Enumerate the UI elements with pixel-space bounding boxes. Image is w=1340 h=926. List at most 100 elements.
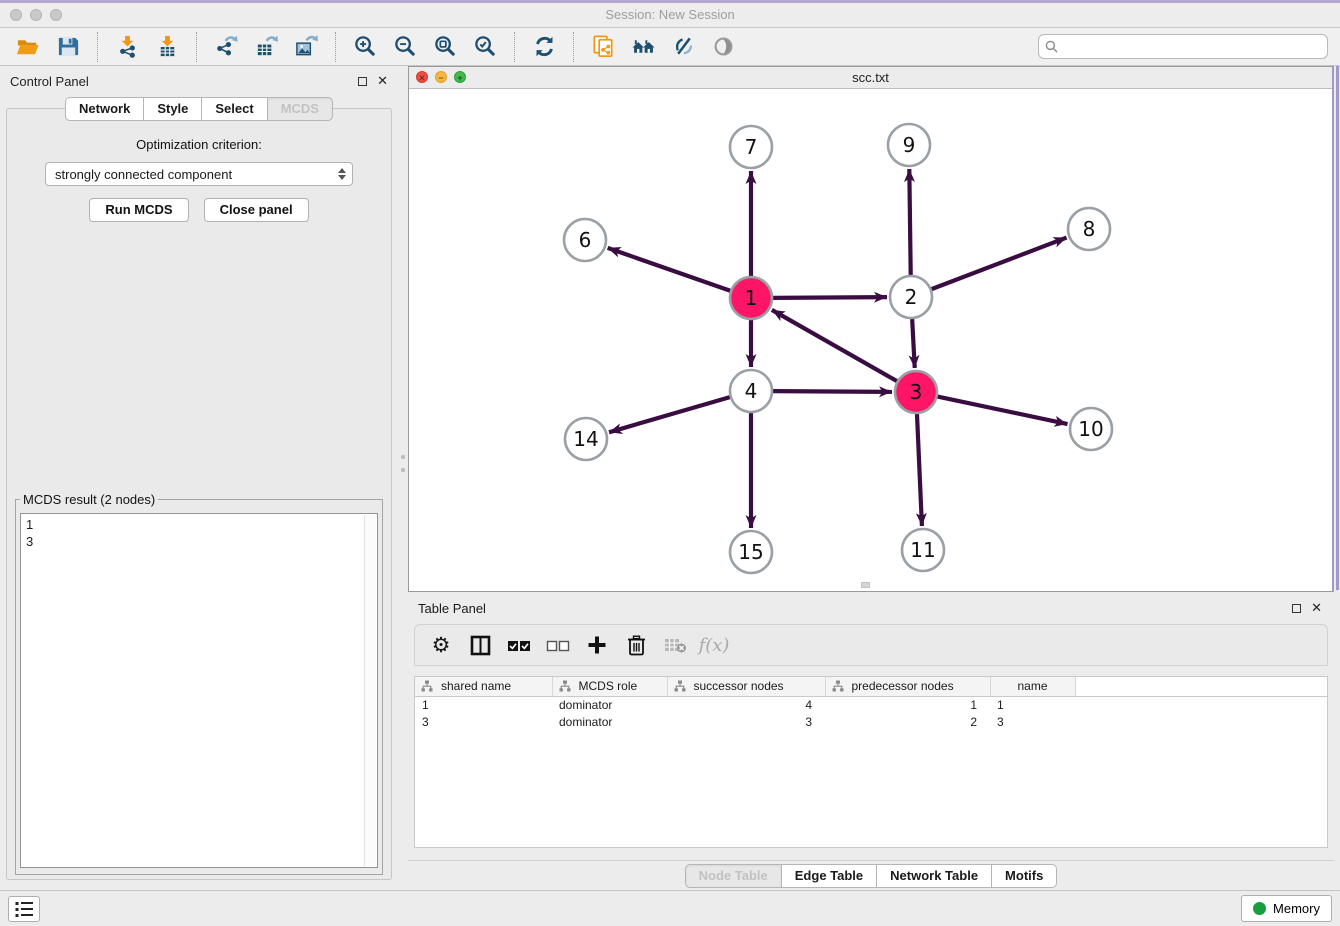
tab-select[interactable]: Select bbox=[202, 97, 267, 121]
zoom-out-button[interactable] bbox=[385, 31, 425, 63]
tab-network-table[interactable]: Network Table bbox=[877, 864, 992, 888]
sort-hierarchy-icon bbox=[421, 680, 433, 692]
import-table-button[interactable] bbox=[147, 31, 187, 63]
toolbar-separator bbox=[335, 32, 336, 62]
toolbar-separator bbox=[514, 32, 515, 62]
delete-column-button[interactable] bbox=[620, 629, 652, 661]
export-network-button[interactable] bbox=[206, 31, 246, 63]
tab-motifs[interactable]: Motifs bbox=[992, 864, 1057, 888]
trash-icon bbox=[627, 635, 646, 656]
search-input[interactable] bbox=[1063, 39, 1321, 54]
column-header-name[interactable]: name bbox=[990, 677, 1075, 696]
table-panel-title: Table Panel bbox=[418, 601, 486, 616]
graph-edge-1-2[interactable] bbox=[773, 297, 887, 298]
column-header-successor-nodes[interactable]: successor nodes bbox=[667, 677, 825, 696]
table-row[interactable]: 3dominator323 bbox=[415, 713, 1327, 730]
toolbar-separator bbox=[573, 32, 574, 62]
cell-predecessor-nodes[interactable]: 1 bbox=[825, 696, 990, 713]
app-title: Session: New Session bbox=[0, 7, 1340, 22]
splitter-handle[interactable] bbox=[401, 468, 405, 472]
homes-icon bbox=[631, 34, 656, 59]
select-stepper-icon bbox=[338, 168, 346, 180]
mcds-result-box[interactable]: 1 3 bbox=[20, 513, 378, 868]
graph-edge-2-8[interactable] bbox=[932, 238, 1067, 290]
column-header-predecessor-nodes[interactable]: predecessor nodes bbox=[825, 677, 990, 696]
birds-eye-view-button[interactable] bbox=[703, 31, 743, 63]
open-session-button[interactable] bbox=[8, 31, 48, 63]
tab-style[interactable]: Style bbox=[144, 97, 202, 121]
network-canvas[interactable]: 1234678910111415 bbox=[409, 89, 1332, 590]
plus-icon bbox=[587, 635, 607, 655]
zoom-selected-button[interactable] bbox=[465, 31, 505, 63]
add-column-button[interactable] bbox=[581, 629, 613, 661]
column-header-mcds-role[interactable]: MCDS role bbox=[552, 677, 667, 696]
close-table-panel-icon[interactable]: ✕ bbox=[1311, 603, 1322, 613]
hide-visual-properties-icon bbox=[671, 34, 696, 59]
export-image-button[interactable] bbox=[286, 31, 326, 63]
close-panel-button[interactable]: Close panel bbox=[204, 198, 309, 222]
zoom-fit-button[interactable] bbox=[425, 31, 465, 63]
close-panel-icon[interactable]: ✕ bbox=[377, 76, 388, 86]
cell-successor-nodes[interactable]: 4 bbox=[667, 696, 825, 713]
refresh-icon bbox=[532, 34, 557, 59]
deselect-all-button[interactable] bbox=[542, 629, 574, 661]
memory-button[interactable]: Memory bbox=[1241, 895, 1332, 922]
tab-network[interactable]: Network bbox=[65, 97, 144, 121]
result-scrollbar[interactable] bbox=[364, 515, 376, 866]
cell-successor-nodes[interactable]: 3 bbox=[667, 713, 825, 730]
network-window-titlebar[interactable]: ✕ − + scc.txt bbox=[409, 67, 1332, 89]
run-mcds-button[interactable]: Run MCDS bbox=[89, 198, 188, 222]
graph-node-label: 4 bbox=[745, 379, 758, 403]
search-box[interactable] bbox=[1038, 34, 1328, 59]
graph-node-label: 7 bbox=[745, 135, 758, 159]
cell-mcds-role[interactable]: dominator bbox=[552, 713, 667, 730]
select-all-button[interactable] bbox=[503, 629, 535, 661]
graph-node-label: 9 bbox=[903, 133, 916, 157]
canvas-resize-grip[interactable] bbox=[861, 582, 870, 588]
cell-shared-name[interactable]: 3 bbox=[415, 713, 552, 730]
cell-name[interactable]: 1 bbox=[990, 696, 1075, 713]
graph-edge-4-14[interactable] bbox=[609, 397, 730, 432]
export-table-button[interactable] bbox=[246, 31, 286, 63]
graph-edge-3-1[interactable] bbox=[772, 310, 897, 381]
float-table-panel-icon[interactable] bbox=[1292, 604, 1301, 613]
tab-mcds[interactable]: MCDS bbox=[268, 97, 333, 121]
zoom-in-button[interactable] bbox=[345, 31, 385, 63]
sort-hierarchy-icon bbox=[559, 680, 571, 692]
delete-table-icon bbox=[664, 637, 687, 653]
home-views-button[interactable] bbox=[623, 31, 663, 63]
deselect-all-icon bbox=[546, 639, 570, 652]
table-options-button[interactable]: ⚙ bbox=[425, 629, 457, 661]
split-panel-icon bbox=[470, 635, 491, 656]
apply-function-button[interactable]: f(x) bbox=[698, 629, 730, 661]
delete-table-button[interactable] bbox=[659, 629, 691, 661]
save-session-button[interactable] bbox=[48, 31, 88, 63]
cell-name[interactable]: 3 bbox=[990, 713, 1075, 730]
graph-edge-2-9[interactable] bbox=[909, 169, 910, 275]
criterion-select[interactable]: strongly connected component bbox=[45, 162, 353, 186]
cell-predecessor-nodes[interactable]: 2 bbox=[825, 713, 990, 730]
splitter-handle[interactable] bbox=[401, 455, 405, 459]
graph-edge-4-3[interactable] bbox=[773, 391, 892, 392]
graph-edge-2-3[interactable] bbox=[912, 319, 915, 368]
import-network-button[interactable] bbox=[107, 31, 147, 63]
tab-node-table[interactable]: Node Table bbox=[685, 864, 782, 888]
task-history-button[interactable] bbox=[8, 896, 40, 922]
optimization-criterion-label: Optimization criterion: bbox=[7, 137, 391, 152]
column-header-shared-name[interactable]: shared name bbox=[415, 677, 552, 696]
refresh-layout-button[interactable] bbox=[524, 31, 564, 63]
column-header-filler bbox=[1075, 677, 1327, 696]
tab-edge-table[interactable]: Edge Table bbox=[782, 864, 877, 888]
graph-edge-3-11[interactable] bbox=[917, 414, 922, 526]
status-bar: Memory bbox=[0, 890, 1340, 926]
cell-mcds-role[interactable]: dominator bbox=[552, 696, 667, 713]
split-panel-button[interactable] bbox=[464, 629, 496, 661]
float-panel-icon[interactable] bbox=[358, 77, 367, 86]
graph-edge-3-10[interactable] bbox=[938, 397, 1068, 424]
duplicate-network-button[interactable] bbox=[583, 31, 623, 63]
table-row[interactable]: 1dominator411 bbox=[415, 696, 1327, 713]
cell-shared-name[interactable]: 1 bbox=[415, 696, 552, 713]
hide-visual-properties-button[interactable] bbox=[663, 31, 703, 63]
graph-node-label: 11 bbox=[910, 538, 935, 562]
graph-edge-1-6[interactable] bbox=[608, 248, 731, 291]
